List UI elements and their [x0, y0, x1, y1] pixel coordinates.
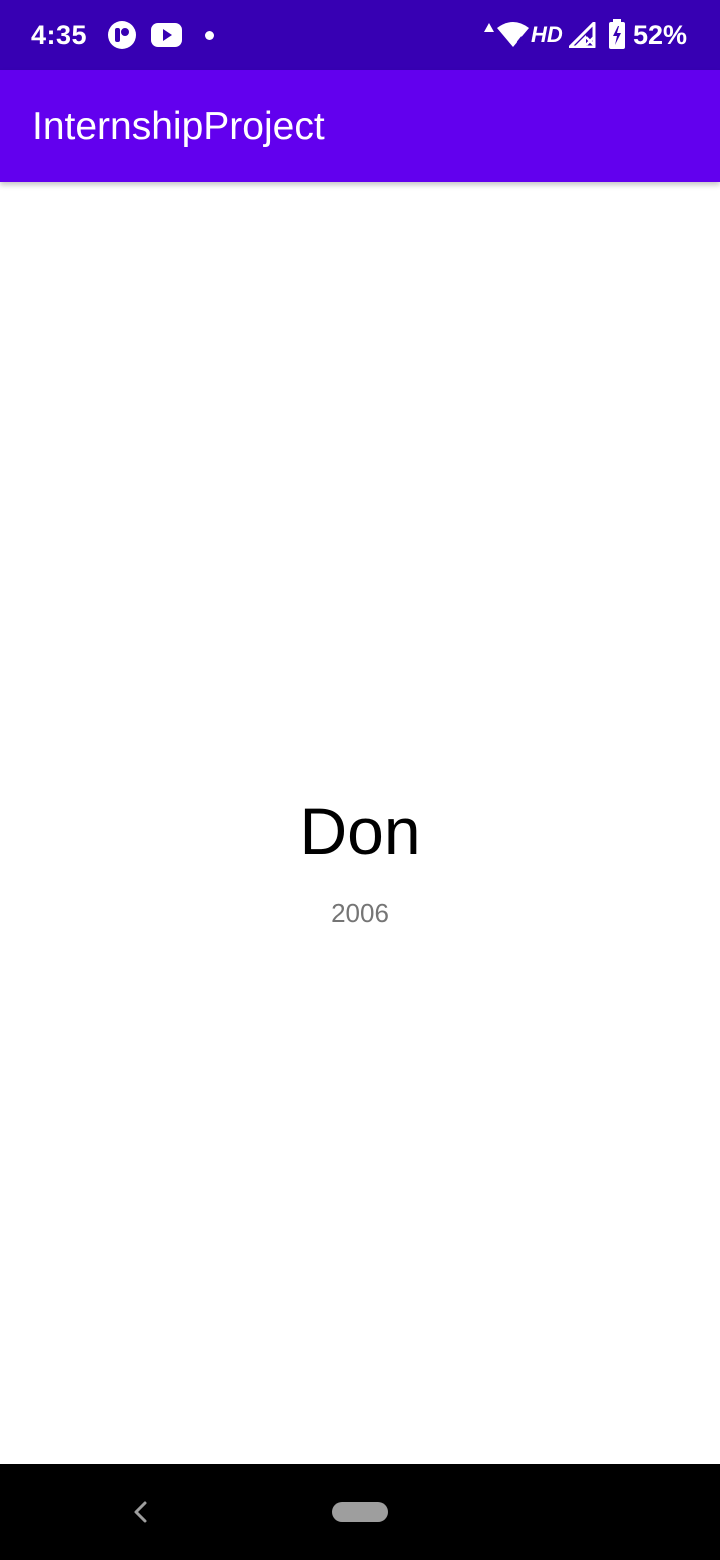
network-type-label: HD — [531, 22, 563, 47]
signal-icon — [569, 22, 596, 48]
battery-percent: 52% — [633, 20, 688, 50]
status-bar: 4:35 4 HD 52% — [0, 0, 720, 70]
status-time: 4:35 — [31, 20, 88, 50]
youtube-icon — [151, 23, 182, 47]
back-icon[interactable] — [126, 1496, 154, 1528]
notification-dot-icon — [205, 31, 214, 40]
notification-app-icon — [108, 21, 136, 49]
data-activity-icon — [484, 23, 494, 32]
detail-content: Don 2006 — [0, 182, 720, 1464]
movie-title: Don — [299, 794, 421, 868]
svg-text:4: 4 — [516, 35, 523, 47]
battery-charging-icon — [609, 19, 625, 49]
app-bar: InternshipProject — [0, 70, 720, 182]
app-title: InternshipProject — [32, 105, 325, 148]
navigation-bar — [0, 1464, 720, 1560]
screen: 4:35 4 HD 52% InternshipProject Don 2006 — [0, 0, 720, 1560]
movie-year: 2006 — [331, 898, 389, 928]
wifi-icon: 4 — [497, 22, 529, 47]
home-pill-icon[interactable] — [332, 1502, 388, 1522]
